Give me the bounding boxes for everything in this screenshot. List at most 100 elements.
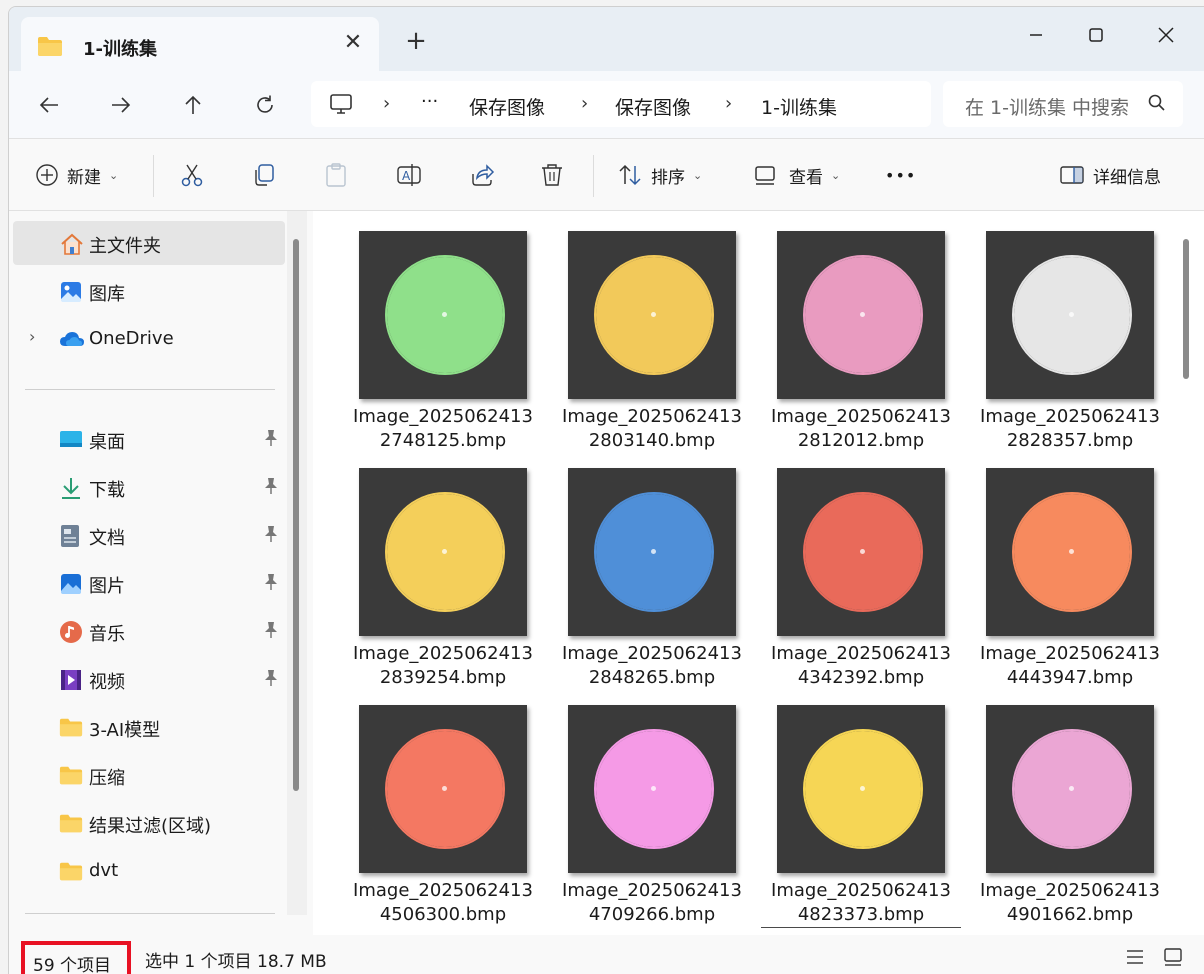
navigation-bar: › ··· 保存图像 › 保存图像 › 1-训练集 在 1-训练集 中搜索 <box>9 71 1204 139</box>
new-tab-button[interactable]: + <box>401 27 431 57</box>
search-icon[interactable] <box>1147 93 1167 117</box>
pin-icon[interactable] <box>263 573 279 595</box>
pin-icon[interactable] <box>263 429 279 451</box>
file-item[interactable]: Image_2025062413 2812012.bmp <box>761 217 961 451</box>
item-count: 59 个项目 <box>21 941 131 974</box>
bottle-cap-image <box>596 257 712 373</box>
sort-button[interactable]: 排序 ⌄ <box>617 159 702 191</box>
sidebar-item-downloads[interactable]: 下载 <box>13 465 285 509</box>
sidebar-item-gallery[interactable]: 图库 <box>13 269 285 313</box>
tab-current-folder[interactable]: 1-训练集 ✕ <box>21 17 379 71</box>
breadcrumb-item[interactable]: 1-训练集 <box>761 93 837 120</box>
image-thumbnail <box>568 468 736 636</box>
sidebar-divider <box>25 913 275 914</box>
file-item[interactable]: Image_2025062413 2748125.bmp <box>343 217 543 451</box>
pin-icon[interactable] <box>263 525 279 547</box>
new-button[interactable]: 新建 ⌄ <box>35 159 118 191</box>
file-item[interactable]: Image_2025062413 4506300.bmp <box>343 691 543 925</box>
file-name: Image_2025062413 2812012.bmp <box>771 406 951 451</box>
arrow-left-icon <box>39 97 58 113</box>
image-thumbnail <box>777 231 945 399</box>
search-input[interactable]: 在 1-训练集 中搜索 <box>965 93 1135 120</box>
close-window-button[interactable] <box>1143 15 1189 55</box>
up-button[interactable] <box>175 87 211 123</box>
folder-icon <box>37 35 63 61</box>
content-scrollbar[interactable] <box>1183 239 1189 379</box>
rename-icon: A <box>397 164 421 186</box>
large-icons-view-button[interactable] <box>1161 945 1185 969</box>
delete-button[interactable] <box>539 159 565 191</box>
sidebar-item-desktop[interactable]: 桌面 <box>13 417 285 461</box>
file-name: Image_2025062413 2839254.bmp <box>353 643 533 688</box>
cut-button[interactable] <box>179 159 205 191</box>
sidebar-item-videos[interactable]: 视频 <box>13 657 285 701</box>
file-item[interactable]: Image_2025062413 4823373.bmp <box>761 691 961 928</box>
refresh-button[interactable] <box>247 87 283 123</box>
pin-icon[interactable] <box>263 621 279 643</box>
breadcrumb-more[interactable]: ··· <box>421 91 438 112</box>
file-item[interactable]: Image_2025062413 2848265.bmp <box>552 454 752 688</box>
chevron-right-icon[interactable]: › <box>581 93 588 114</box>
file-item[interactable]: Image_2025062413 4709266.bmp <box>552 691 752 925</box>
more-options-button[interactable]: ••• <box>885 159 916 191</box>
share-button[interactable] <box>469 159 495 191</box>
divider <box>593 155 594 197</box>
file-item[interactable]: Image_2025062413 4342392.bmp <box>761 454 961 688</box>
file-item[interactable]: Image_2025062413 2803140.bmp <box>552 217 752 451</box>
paste-button[interactable] <box>323 159 349 191</box>
chevron-down-icon: ⌄ <box>109 168 119 182</box>
chevron-right-icon[interactable]: › <box>29 327 35 346</box>
file-name: Image_2025062413 4901662.bmp <box>980 880 1160 925</box>
pin-icon[interactable] <box>263 477 279 499</box>
sidebar-item-folder[interactable]: 结果过滤(区域) <box>13 801 285 845</box>
sidebar-item-onedrive[interactable]: › OneDrive <box>13 317 285 361</box>
file-grid: Image_2025062413 2748125.bmp Image_202506… <box>313 211 1204 935</box>
download-icon <box>59 476 83 499</box>
sidebar-item-home[interactable]: 主文件夹 <box>13 221 285 265</box>
selection-info: 选中 1 个项目 18.7 MB <box>145 952 327 972</box>
list-view-icon <box>1127 950 1143 964</box>
details-pane-button[interactable]: 详细信息 <box>1059 159 1161 191</box>
new-button-label: 新建 <box>67 167 101 188</box>
sidebar-item-pictures[interactable]: 图片 <box>13 561 285 605</box>
forward-button[interactable] <box>103 87 139 123</box>
sidebar-item-folder[interactable]: 3-AI模型 <box>13 705 285 749</box>
breadcrumb-item[interactable]: 保存图像 <box>615 93 691 120</box>
image-thumbnail <box>986 705 1154 873</box>
image-thumbnail <box>568 231 736 399</box>
back-button[interactable] <box>31 87 67 123</box>
computer-icon[interactable] <box>329 93 353 119</box>
sidebar-item-label: 压缩 <box>89 768 125 789</box>
file-name: Image_2025062413 2748125.bmp <box>353 406 533 451</box>
file-item[interactable]: Image_2025062413 2828357.bmp <box>970 217 1170 451</box>
file-name: Image_2025062413 2848265.bmp <box>562 643 742 688</box>
folder-icon <box>59 716 83 738</box>
address-bar[interactable]: › ··· 保存图像 › 保存图像 › 1-训练集 <box>311 81 931 127</box>
bottle-cap-image <box>805 257 921 373</box>
sidebar-item-label: 图库 <box>89 284 125 305</box>
view-button[interactable]: 查看 ⌄ <box>753 159 840 191</box>
file-item[interactable]: Image_2025062413 4901662.bmp <box>970 691 1170 925</box>
breadcrumb-item[interactable]: 保存图像 <box>469 93 545 120</box>
sort-button-label: 排序 <box>651 167 685 188</box>
rename-button[interactable]: A <box>395 159 423 191</box>
copy-button[interactable] <box>251 159 277 191</box>
details-view-button[interactable] <box>1123 945 1147 969</box>
search-box[interactable]: 在 1-训练集 中搜索 <box>943 81 1183 127</box>
chevron-right-icon[interactable]: › <box>725 93 732 114</box>
tab-close-icon[interactable]: ✕ <box>339 29 367 57</box>
pin-icon[interactable] <box>263 669 279 691</box>
sidebar-scrollbar[interactable] <box>293 239 299 791</box>
minimize-button[interactable] <box>1013 15 1059 55</box>
sidebar-item-folder[interactable]: dvt <box>13 849 285 893</box>
file-item[interactable]: Image_2025062413 2839254.bmp <box>343 454 543 688</box>
bottle-cap-image <box>1014 731 1130 847</box>
chevron-right-icon[interactable]: › <box>383 93 390 114</box>
maximize-button[interactable] <box>1073 15 1119 55</box>
file-item[interactable]: Image_2025062413 4443947.bmp <box>970 454 1170 688</box>
sidebar-item-label: 视频 <box>89 672 125 693</box>
file-name: Image_2025062413 4506300.bmp <box>353 880 533 925</box>
sidebar-item-documents[interactable]: 文档 <box>13 513 285 557</box>
sidebar-item-music[interactable]: 音乐 <box>13 609 285 653</box>
sidebar-item-folder[interactable]: 压缩 <box>13 753 285 797</box>
